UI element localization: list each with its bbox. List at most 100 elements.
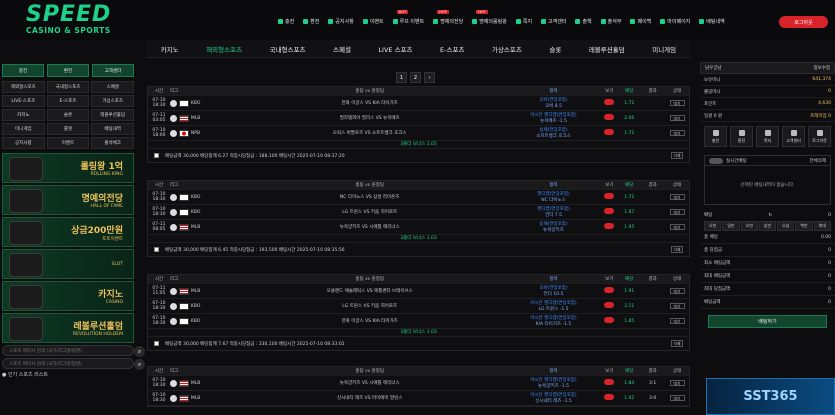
left-category-item[interactable]: 이벤트 [46, 137, 90, 149]
delete-button[interactable]: 삭제 [671, 152, 683, 159]
clear-all-button[interactable]: 전체삭제 [809, 158, 826, 164]
nav-tab[interactable]: 미니게임 [652, 44, 676, 54]
search-icon-2[interactable]: ⌕ [134, 359, 145, 370]
nav-tab[interactable]: 해외형스포츠 [206, 44, 242, 54]
left-category-item[interactable]: 슬롯 [46, 109, 90, 121]
top-menu-item[interactable]: 명예의롤링왕 HOT [472, 10, 507, 25]
nav-tab[interactable]: E-스포츠 [440, 44, 464, 54]
select-checkbox[interactable] [154, 247, 159, 252]
promo-banner[interactable]: 명예의전당 HALL OF FAME [2, 185, 134, 215]
sst-banner[interactable]: SST365 [706, 378, 835, 415]
league-name: KBO [190, 303, 201, 309]
amount-chip[interactable]: 일만 [722, 221, 740, 231]
user-action-button[interactable]: 쪽지 [756, 126, 779, 147]
nav-tab[interactable]: 슬롯 [549, 44, 561, 54]
top-menu-item[interactable]: 출석부 [600, 18, 621, 25]
amount-chip[interactable]: 오만 [740, 221, 758, 231]
page-button[interactable]: › [424, 72, 435, 83]
realtime-toggle[interactable] [709, 157, 723, 164]
nav-tab[interactable]: 국내형스포츠 [270, 44, 306, 54]
logo[interactable]: SPEED CASINO & SPORTS [26, 4, 121, 38]
promo-banner[interactable]: 레볼루션홀덤 REVOLUTION HOLDEM [2, 313, 134, 343]
left-category-item[interactable]: 카지노 [2, 109, 45, 121]
eye-icon[interactable] [604, 394, 615, 400]
left-button[interactable]: 충전 [2, 64, 44, 77]
left-category-item[interactable]: 출석체크 [91, 137, 134, 149]
promo-banner[interactable]: SLOT [2, 249, 134, 279]
delete-button[interactable]: 삭제 [671, 340, 683, 347]
eye-icon[interactable] [604, 287, 615, 293]
nav-tab[interactable]: 가상스포츠 [492, 44, 522, 54]
left-category-item[interactable]: 가상스포츠 [91, 95, 134, 107]
promo-banner[interactable]: 카지노 CASINO [2, 281, 134, 311]
left-category-item[interactable]: 배팅내역 [91, 123, 134, 135]
amount-chip[interactable]: 십만 [758, 221, 777, 231]
left-category-item[interactable]: 국내형스포츠 [46, 81, 90, 93]
top-menu-item[interactable]: 페이백 [630, 18, 651, 25]
top-menu-item[interactable]: 쪽지 [515, 18, 532, 25]
search-input[interactable]: 스포츠 여러사 검색 (국가/리그명/팀명) ⌕ [2, 345, 145, 357]
user-action-button[interactable]: 충전 [704, 126, 727, 147]
left-category-item[interactable]: 공지사항 [2, 137, 45, 149]
amount-chip[interactable]: 오천 [704, 221, 722, 231]
left-category-item[interactable]: 미니게임 [2, 123, 45, 135]
edit-info-link[interactable]: 정보수정 [813, 65, 830, 71]
info-value: 4,630 [818, 101, 831, 106]
promo-banner[interactable]: 상금200만원 토토이벤트 [2, 217, 134, 247]
top-menu-item[interactable]: 루프 이벤트 HOT [392, 10, 424, 25]
promo-banner[interactable]: 롤링왕 1억 ROLLING KING [2, 153, 134, 183]
user-action-button[interactable]: 환전 [730, 126, 753, 147]
page-button[interactable]: 2 [410, 72, 421, 83]
flag-icon [178, 223, 189, 231]
left-category-item[interactable]: 레볼루션홀덤 [91, 109, 134, 121]
logout-button[interactable]: 로그아웃 [779, 16, 828, 28]
top-menu-item[interactable]: 환전 [303, 18, 319, 25]
eye-icon[interactable] [604, 317, 615, 323]
top-menu-item[interactable]: 고객센터 [541, 18, 566, 25]
amount-chip[interactable]: 백만 [795, 221, 813, 231]
nav-tab[interactable]: 스페셜 [333, 44, 351, 54]
top-menu-item[interactable]: 베팅내역 [699, 18, 725, 25]
eye-icon[interactable] [604, 129, 615, 135]
status-badge: 대기 [669, 208, 685, 215]
eye-icon[interactable] [604, 114, 615, 120]
left-category-item[interactable]: 해외형스포츠 [2, 81, 45, 93]
baseball-icon [169, 317, 177, 325]
left-button[interactable]: 환전 [47, 64, 89, 77]
eye-icon[interactable] [604, 223, 615, 229]
user-action-button[interactable]: 고객센터 [782, 126, 805, 147]
page-button[interactable]: 1 [396, 72, 407, 83]
top-menu-item[interactable]: 마이페이지 [660, 18, 690, 25]
select-checkbox[interactable] [154, 153, 159, 158]
amount-chip[interactable]: 오십 [777, 221, 795, 231]
eye-icon[interactable] [604, 379, 615, 385]
amount-chip[interactable]: 최대 [813, 221, 831, 231]
reset-icon[interactable]: ↻ [768, 213, 772, 218]
nav-tab[interactable]: 레볼루션홀덤 [589, 44, 625, 54]
bet-amount-input[interactable]: 0 [828, 213, 831, 218]
nav-tab[interactable]: 카지노 [161, 44, 179, 54]
left-category-item[interactable]: 스페셜 [91, 81, 134, 93]
place-bet-button[interactable]: 배팅하기 [708, 315, 827, 328]
left-button[interactable]: 고객센터 [92, 64, 134, 77]
banner-subtitle: REVOLUTION HOLDEM [72, 332, 123, 337]
top-menu-item[interactable]: 출첵 [575, 18, 592, 25]
user-action-button[interactable]: 로그아웃 [808, 126, 831, 147]
nav-tab[interactable]: LIVE 스포츠 [378, 44, 412, 54]
top-menu-item[interactable]: 명예의전당 HOT [433, 10, 463, 25]
eye-icon[interactable] [604, 302, 615, 308]
delete-button[interactable]: 삭제 [671, 246, 683, 253]
search-icon[interactable]: ⌕ [134, 346, 145, 357]
select-checkbox[interactable] [154, 341, 159, 346]
top-menu-item[interactable]: 충전 [278, 18, 294, 25]
eye-icon[interactable] [604, 193, 615, 199]
eye-icon[interactable] [604, 208, 615, 214]
top-menu-item[interactable]: 이벤트 [362, 18, 384, 25]
status-cell: 대기 [665, 99, 689, 107]
left-category-item[interactable]: E-스포츠 [46, 95, 90, 107]
eye-icon[interactable] [604, 99, 615, 105]
left-category-item[interactable]: LIVE-스포츠 [2, 95, 45, 107]
top-menu-item[interactable]: 공지사항 [328, 18, 354, 25]
left-category-item[interactable]: 룰렛 [46, 123, 90, 135]
search-input-2[interactable]: 스포츠 여러사 검색 (국가/리그명/팀명) ⌕ [2, 358, 145, 370]
